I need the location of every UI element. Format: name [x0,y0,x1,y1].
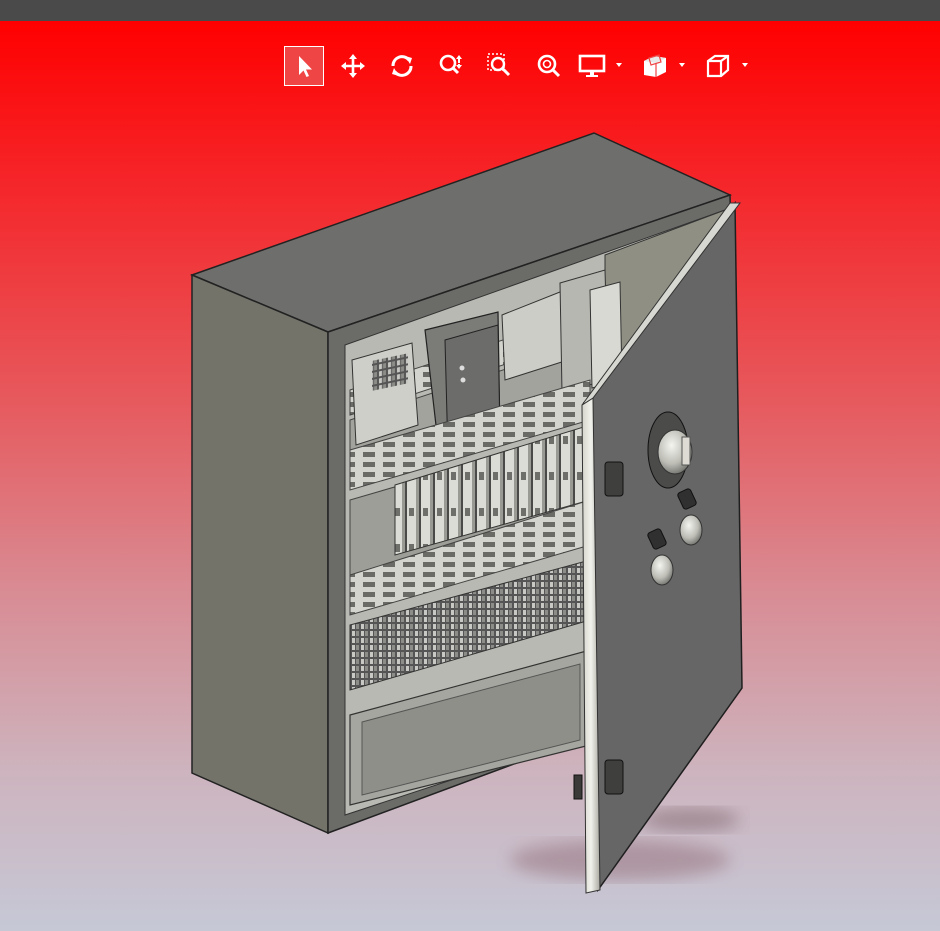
title-bar [0,0,940,21]
zoom-updown-button[interactable] [431,46,471,86]
zoom-fit-button[interactable] [529,46,569,86]
push-button-1-icon[interactable] [679,514,703,546]
chevron-down-icon [679,63,685,67]
door-hinge-bottom [604,759,624,795]
display-mode-dropdown[interactable] [578,46,622,86]
pan-tool-button[interactable] [333,46,373,86]
pointer-arrow-icon [299,56,312,77]
zoom-window-icon [487,53,511,77]
door-hinge-top [604,461,624,497]
rotate-tool-button[interactable] [382,46,422,86]
enclosure-model[interactable] [0,21,940,931]
main-switch-grip [681,436,691,466]
chevron-down-icon [616,63,622,67]
cad-viewer-window [0,0,940,931]
monitor-icon [578,54,606,77]
zoom-updown-icon [439,54,462,75]
cube-outline-icon [706,54,730,78]
3d-viewport[interactable] [0,21,940,931]
push-button-2-icon[interactable] [650,554,674,586]
view-orientation-dropdown[interactable] [704,46,748,86]
zoom-fit-icon [537,54,561,78]
select-tool-button[interactable] [284,46,324,86]
chevron-down-icon [742,63,748,67]
door-shadow [640,808,740,832]
power-led [460,377,466,383]
enclosure-left-face [191,273,329,835]
door-latch [573,774,583,800]
zoom-window-button[interactable] [480,46,520,86]
view-toolbar [284,46,767,86]
move-arrows-icon [341,54,365,78]
section-cube-icon [644,54,666,77]
section-view-dropdown[interactable] [641,46,685,86]
power-led [459,365,465,371]
rotate-icon [391,55,413,77]
